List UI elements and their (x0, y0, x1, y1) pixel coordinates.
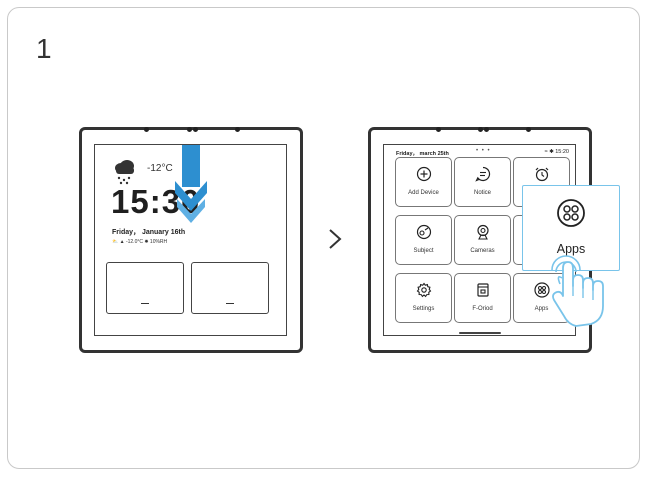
snow-cloud-icon (115, 160, 134, 185)
alarm-clock-icon (535, 167, 549, 182)
tile-label: Settings (412, 306, 435, 312)
camera-dot (478, 127, 483, 132)
page-indicator: • • • (476, 148, 491, 154)
weather-details: ⛅ ▲ -12.0°C ✹ 10%RH (112, 239, 167, 245)
status-date: Friday， march 25th (396, 151, 449, 157)
camera-dot (187, 127, 192, 132)
apps-grid-icon (557, 199, 585, 227)
switch-indicator (226, 302, 234, 304)
subject-icon (416, 224, 432, 240)
switch-button-left[interactable] (106, 262, 184, 314)
weather-details-text: -12.0°C ✹ 10%RH (125, 239, 168, 245)
status-icons-time: ≈ ✱ 15:20 (544, 149, 569, 155)
camera-icon (477, 224, 489, 240)
camera-dot (484, 127, 489, 132)
switch-button-right[interactable] (191, 262, 269, 314)
tile-label: Add Device (408, 190, 439, 196)
tile-add-device[interactable]: Add Device (395, 157, 452, 207)
status-bar: Friday， march 25th • • • ≈ ✱ 15:20 (384, 145, 575, 157)
tile-subject[interactable]: Subject (395, 215, 452, 265)
step-number: 1 (36, 33, 52, 64)
home-indicator-bar (459, 332, 501, 334)
tile-settings[interactable]: Settings (395, 273, 452, 323)
switch-indicator (141, 302, 149, 304)
tile-notice[interactable]: Notice (454, 157, 511, 207)
tile-cameras[interactable]: Cameras (454, 215, 511, 265)
swipe-down-arrow-icon (175, 145, 207, 223)
tile-label: Notice (473, 190, 491, 196)
tile-label: Subject (413, 248, 434, 254)
small-weather-icon: ⛅ ▲ (112, 239, 126, 245)
camera-dot (144, 127, 149, 132)
tile-f-oriod[interactable]: F-Oriod (454, 273, 511, 323)
camera-dot (193, 127, 198, 132)
temperature-text: -12°C (147, 163, 173, 174)
tile-label: F-Oriod (472, 306, 493, 312)
date-text: Friday， January 16th (112, 229, 186, 236)
tile-label: Cameras (470, 248, 495, 254)
gear-icon (416, 282, 432, 298)
hub-icon (477, 283, 489, 297)
lock-screen[interactable]: -12°C 15:30 Friday， January 16th ⛅ ▲ -12… (94, 144, 287, 336)
plus-circle-icon (416, 166, 432, 182)
panel-device-lock-screen: -12°C 15:30 Friday， January 16th ⛅ ▲ -12… (79, 127, 303, 353)
camera-dot (526, 127, 531, 132)
chevron-right-icon (329, 229, 342, 249)
message-icon (475, 166, 491, 182)
camera-dot (235, 127, 240, 132)
camera-dot (436, 127, 441, 132)
tapping-hand-icon (551, 255, 604, 327)
